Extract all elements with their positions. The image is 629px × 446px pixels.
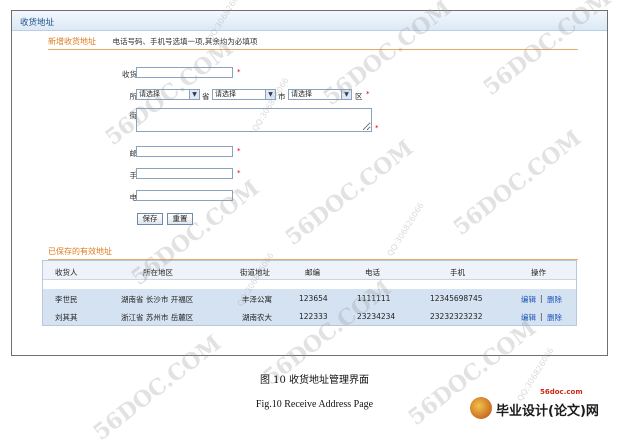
- delete-link[interactable]: 删除: [547, 312, 562, 323]
- chevron-down-icon: ▼: [341, 90, 351, 99]
- logo-icon: [470, 397, 492, 419]
- table-row: 刘其其 浙江省 苏州市 岳麓区 湖南农大 122333 23234234 232…: [43, 307, 576, 325]
- table-header: 收货人 所在地区 街道地址 邮编 电话 手机 操作: [43, 261, 576, 280]
- cell-name: 刘其其: [55, 313, 78, 322]
- table-row: 李世民 湖南省 长沙市 开福区 丰泽公寓 123654 1111111 1234…: [43, 289, 576, 307]
- district-select-value: 请选择: [291, 90, 312, 98]
- required-mark: *: [366, 90, 370, 98]
- province-select[interactable]: 请选择 ▼: [136, 89, 200, 100]
- cell-mobile: 12345698745: [430, 294, 483, 303]
- phone-input[interactable]: [136, 190, 233, 201]
- cell-mobile: 23232323232: [430, 312, 483, 321]
- required-mark: *: [375, 124, 379, 132]
- save-button[interactable]: 保存: [137, 213, 163, 225]
- cell-name: 李世民: [55, 295, 78, 304]
- column-header: 邮编: [305, 268, 320, 277]
- column-header: 手机: [450, 268, 465, 277]
- reset-button[interactable]: 重置: [167, 213, 193, 225]
- required-mark: *: [237, 147, 241, 155]
- city-unit: 市: [278, 92, 286, 101]
- mobile-input[interactable]: [136, 168, 233, 179]
- brand-site: 56doc.com: [540, 388, 583, 396]
- cell-zip: 122333: [299, 312, 328, 321]
- column-header: 街道地址: [240, 268, 270, 277]
- district-unit: 区: [355, 92, 363, 101]
- link-separator: |: [540, 312, 543, 321]
- name-input[interactable]: [136, 67, 233, 78]
- new-address-header: 新增收货地址 电话号码、手机号选填一项,其余均为必填项: [48, 36, 257, 50]
- panel-header: 收货地址: [12, 11, 607, 31]
- saved-address-header: 已保存的有效地址: [48, 246, 112, 260]
- column-header: 收货人: [55, 268, 78, 277]
- province-select-value: 请选择: [139, 90, 160, 98]
- column-header: 操作: [531, 268, 546, 277]
- city-select-value: 请选择: [215, 90, 236, 98]
- cell-street: 丰泽公寓: [242, 295, 272, 304]
- city-select[interactable]: 请选择 ▼: [212, 89, 276, 100]
- edit-link[interactable]: 编辑: [521, 294, 536, 305]
- cell-region: 浙江省 苏州市 岳麓区: [121, 313, 194, 322]
- cell-zip: 123654: [299, 294, 328, 303]
- delete-link[interactable]: 删除: [547, 294, 562, 305]
- chevron-down-icon: ▼: [189, 90, 199, 99]
- column-header: 所在地区: [143, 268, 173, 277]
- edit-link[interactable]: 编辑: [521, 312, 536, 323]
- cell-street: 湖南农大: [242, 313, 272, 322]
- cell-region: 湖南省 长沙市 开福区: [121, 295, 194, 304]
- required-mark: *: [237, 68, 241, 76]
- figure-caption-zh: 图 10 收货地址管理界面: [259, 375, 370, 386]
- brand-name: 毕业设计(论文)网: [496, 404, 599, 419]
- cell-phone: 23234234: [357, 312, 396, 321]
- district-select[interactable]: 请选择 ▼: [288, 89, 352, 100]
- province-unit: 省: [202, 92, 210, 101]
- link-separator: |: [540, 294, 543, 303]
- saved-address-title: 已保存的有效地址: [48, 247, 112, 256]
- new-address-title: 新增收货地址: [48, 37, 96, 46]
- chevron-down-icon: ▼: [265, 90, 275, 99]
- panel-title: 收货地址: [20, 18, 55, 28]
- zip-input[interactable]: [136, 146, 233, 157]
- address-table: 收货人 所在地区 街道地址 邮编 电话 手机 操作 李世民 湖南省 长沙市 开福…: [42, 260, 577, 326]
- address-panel: 收货地址 新增收货地址 电话号码、手机号选填一项,其余均为必填项 收货人姓名: …: [11, 10, 608, 356]
- divider: [48, 49, 578, 50]
- cell-phone: 1111111: [357, 294, 391, 303]
- required-mark: *: [237, 169, 241, 177]
- column-header: 电话: [365, 268, 380, 277]
- form-hint: 电话号码、手机号选填一项,其余均为必填项: [112, 37, 258, 46]
- street-textarea[interactable]: [136, 108, 372, 132]
